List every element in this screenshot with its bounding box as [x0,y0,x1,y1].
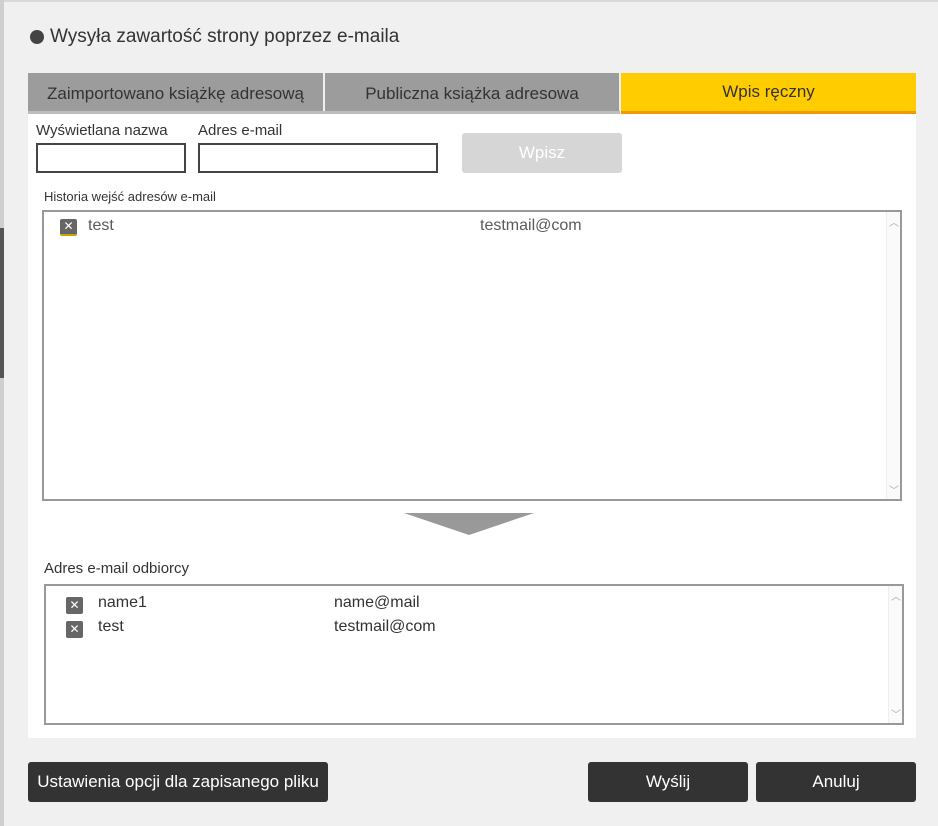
dialog-title: Wysyła zawartość strony poprzez e-maila [30,26,399,48]
recipients-scrollbar[interactable]: ︿ ﹀ [888,586,902,723]
remove-icon[interactable]: ✕ [66,596,83,614]
history-scrollbar[interactable]: ︿ ﹀ [886,212,900,499]
tab-bar: Zaimportowano książkę adresową Publiczna… [28,73,916,114]
list-item[interactable]: ✕ [60,216,77,238]
recipient-email: testmail@com [334,618,436,635]
window-left-edge [0,0,4,826]
recipient-email: name@mail [334,594,420,611]
remove-icon[interactable]: ✕ [60,218,77,236]
recipient-name: name1 [98,594,147,611]
history-item-name: test [88,217,114,234]
remove-icon[interactable]: ✕ [66,620,83,638]
email-label: Adres e-mail [198,122,283,139]
manual-entry-panel: Wyświetlana nazwa Adres e-mail Wpisz His… [28,114,916,738]
scroll-up-icon[interactable]: ︿ [887,214,901,229]
recipients-list[interactable]: ✕ name1 name@mail ✕ test testmail@com ︿ … [44,584,904,725]
email-input[interactable] [198,143,438,173]
recipient-name: test [98,618,124,635]
scroll-up-icon[interactable]: ︿ [889,588,903,603]
display-name-input[interactable] [36,143,186,173]
history-item-email: testmail@com [480,217,582,234]
file-options-button[interactable]: Ustawienia opcji dla zapisanego pliku [28,762,328,802]
window-top-edge [0,0,938,2]
bullet-icon [30,30,44,44]
tab-imported-address-book[interactable]: Zaimportowano książkę adresową [28,73,323,114]
list-item[interactable]: ✕ [66,618,83,640]
list-item[interactable]: ✕ [66,594,83,616]
scroll-down-icon[interactable]: ﹀ [889,706,903,721]
tab-manual-entry[interactable]: Wpis ręczny [621,73,916,114]
tab-public-address-book[interactable]: Publiczna książka adresowa [325,73,619,114]
history-list[interactable]: ✕ test testmail@com ︿ ﹀ [42,210,902,501]
history-label: Historia wejść adresów e-mail [44,189,216,204]
scroll-down-icon[interactable]: ﹀ [887,482,901,497]
recipients-label: Adres e-mail odbiorcy [44,560,190,577]
send-button[interactable]: Wyślij [588,762,748,802]
dialog-title-text: Wysyła zawartość strony poprzez e-maila [50,26,400,47]
cancel-button[interactable]: Anuluj [756,762,916,802]
arrow-down-icon [404,513,534,535]
display-name-label: Wyświetlana nazwa [36,122,168,139]
enter-button[interactable]: Wpisz [462,133,622,173]
